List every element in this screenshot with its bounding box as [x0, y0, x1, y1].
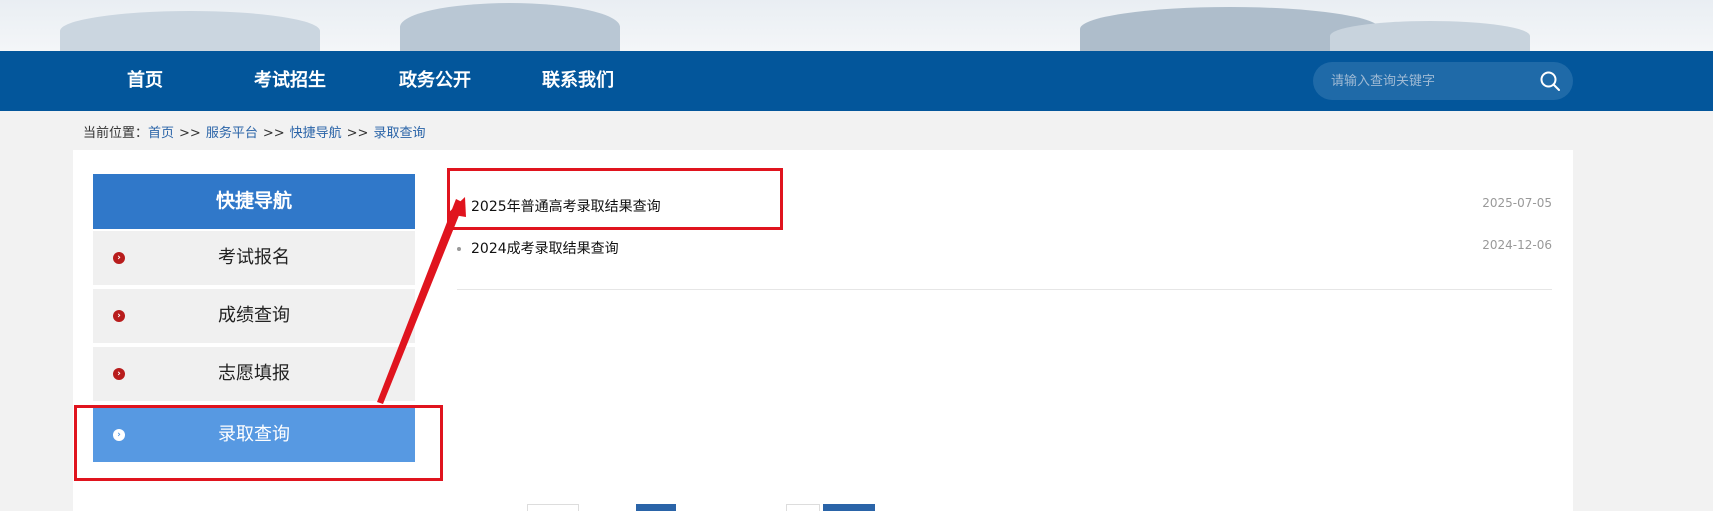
breadcrumb-link-home[interactable]: 首页: [148, 126, 174, 141]
breadcrumb-prefix: 当前位置：: [83, 126, 149, 141]
pagination-button[interactable]: [823, 504, 875, 511]
list-divider: [457, 289, 1552, 290]
list-item-title[interactable]: 2024成考录取结果查询: [471, 238, 619, 258]
sidebar-title: 快捷导航: [93, 174, 415, 229]
sidebar-item-label: 志愿填报: [218, 363, 290, 384]
list-item[interactable]: 2025年普通高考录取结果查询 2025-07-05: [457, 196, 1552, 218]
sidebar-item-label: 成绩查询: [218, 305, 290, 326]
sidebar-item-exam-registration[interactable]: › 考试报名: [93, 231, 415, 285]
bullet-icon: [457, 247, 461, 251]
pagination-page-active[interactable]: [636, 504, 676, 511]
list-item-date: 2025-07-05: [1482, 196, 1552, 210]
breadcrumb-link-quick-nav[interactable]: 快捷导航: [290, 126, 342, 141]
sidebar-item-admission-query[interactable]: › 录取查询: [93, 408, 415, 462]
pagination-button[interactable]: [527, 504, 579, 511]
sidebar-item-label: 考试报名: [218, 247, 290, 268]
nav-item-contact-us[interactable]: 联系我们: [528, 51, 628, 111]
header-banner: [0, 0, 1713, 51]
list-item-date: 2024-12-06: [1482, 238, 1552, 252]
list-item[interactable]: 2024成考录取结果查询 2024-12-06: [457, 238, 1552, 260]
main-nav: 首页 考试招生 政务公开 联系我们: [0, 51, 1713, 111]
search-icon[interactable]: [1539, 70, 1561, 92]
breadcrumb: 当前位置：首页 >> 服务平台 >> 快捷导航 >> 录取查询: [83, 122, 425, 141]
bullet-icon: [457, 205, 461, 209]
sidebar-item-application[interactable]: › 志愿填报: [93, 347, 415, 401]
breadcrumb-separator: >>: [179, 126, 201, 141]
nav-item-home[interactable]: 首页: [110, 51, 180, 111]
breadcrumb-separator: >>: [262, 126, 285, 141]
nav-item-government-affairs[interactable]: 政务公开: [385, 51, 485, 111]
search-input[interactable]: [1331, 62, 1531, 100]
breadcrumb-separator: >>: [346, 126, 369, 141]
breadcrumb-link-service-platform[interactable]: 服务平台: [206, 126, 258, 141]
nav-item-exam-admission[interactable]: 考试招生: [240, 51, 340, 111]
breadcrumb-link-admission-query[interactable]: 录取查询: [373, 126, 425, 141]
sidebar-item-score-query[interactable]: › 成绩查询: [93, 289, 415, 343]
pagination-button[interactable]: [786, 504, 820, 511]
search-box: [1313, 62, 1573, 100]
sidebar-item-label: 录取查询: [218, 424, 290, 445]
list-item-title[interactable]: 2025年普通高考录取结果查询: [471, 196, 661, 216]
